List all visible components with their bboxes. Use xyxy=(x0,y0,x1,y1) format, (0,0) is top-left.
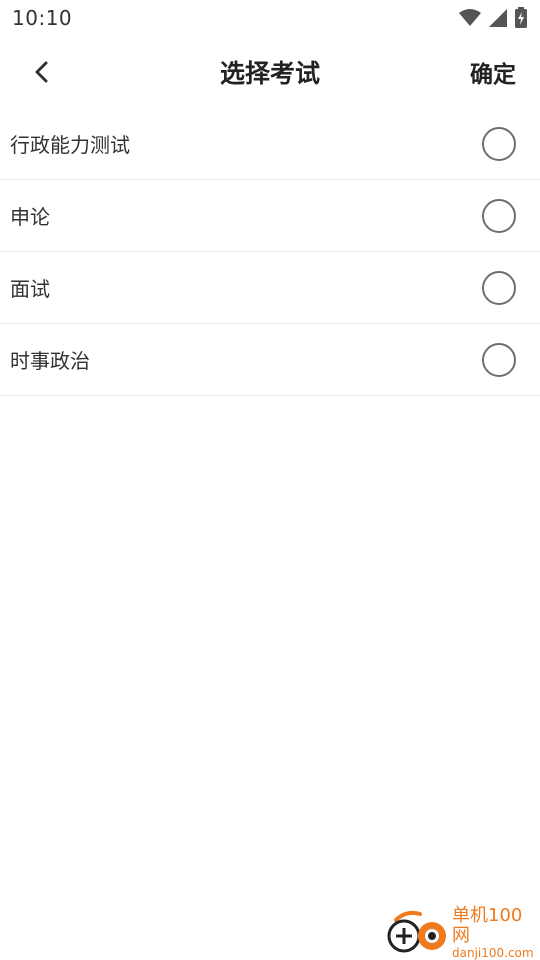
radio-button[interactable] xyxy=(482,270,516,305)
option-label: 行政能力测试 xyxy=(10,133,130,157)
option-row-essay[interactable]: 申论 xyxy=(0,180,540,252)
status-icons xyxy=(458,7,528,29)
option-row-aptitude-test[interactable]: 行政能力测试 xyxy=(0,108,540,180)
radio-button[interactable] xyxy=(482,342,516,377)
watermark-url: danji100.com xyxy=(452,946,534,960)
radio-button[interactable] xyxy=(482,198,516,233)
wifi-icon xyxy=(459,9,481,26)
option-label: 申论 xyxy=(10,205,50,229)
back-button[interactable] xyxy=(20,50,64,94)
screen: 10:10 选择考试 确定 行政能力测试 申论 面试 时事政治 单机100网 d… xyxy=(0,0,540,960)
option-row-interview[interactable]: 面试 xyxy=(0,252,540,324)
chevron-left-icon xyxy=(35,61,48,83)
page-title: 选择考试 xyxy=(219,59,320,88)
option-label: 时事政治 xyxy=(10,349,90,373)
watermark: 单机100网 danji100.com xyxy=(386,906,536,960)
confirm-button[interactable]: 确定 xyxy=(470,36,516,108)
watermark-logo-icon xyxy=(386,910,452,956)
header: 选择考试 确定 xyxy=(0,36,540,108)
signal-icon xyxy=(489,9,507,27)
status-time: 10:10 xyxy=(12,6,73,30)
radio-button[interactable] xyxy=(482,126,516,161)
watermark-text: 单机100网 danji100.com xyxy=(452,906,536,960)
battery-charging-icon xyxy=(515,7,527,28)
watermark-name: 单机100网 xyxy=(452,905,523,946)
option-row-current-affairs[interactable]: 时事政治 xyxy=(0,324,540,396)
status-bar: 10:10 xyxy=(0,0,540,36)
exam-option-list: 行政能力测试 申论 面试 时事政治 xyxy=(0,108,540,396)
option-label: 面试 xyxy=(10,277,50,301)
